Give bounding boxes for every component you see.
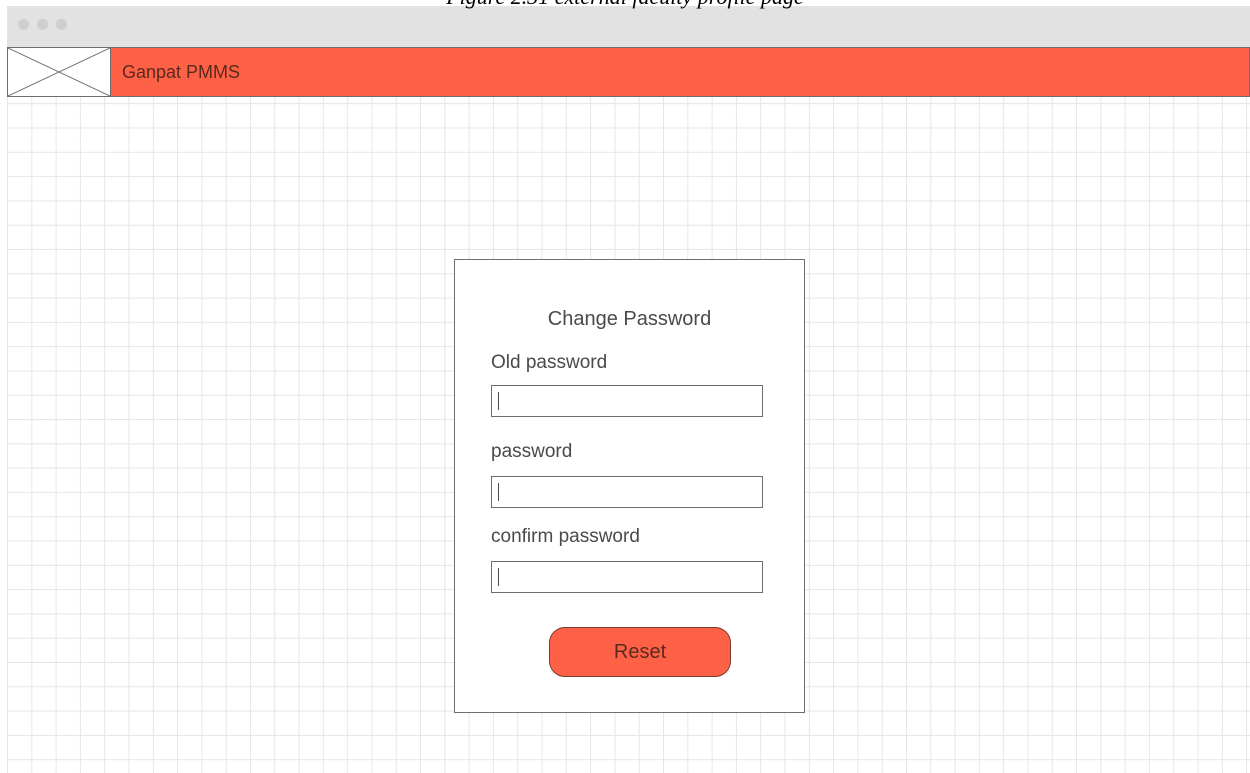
password-label: password — [491, 441, 573, 462]
password-field[interactable] — [491, 476, 763, 508]
text-cursor-icon — [498, 568, 499, 586]
maximize-dot-icon[interactable] — [56, 19, 67, 30]
old-password-field[interactable] — [491, 385, 763, 417]
confirm-password-field[interactable] — [491, 561, 763, 593]
reset-button[interactable]: Reset — [549, 627, 731, 677]
page: Figure 2.31 external faculty profile pag… — [0, 0, 1250, 773]
text-cursor-icon — [498, 483, 499, 501]
minimize-dot-icon[interactable] — [37, 19, 48, 30]
window-titlebar — [7, 6, 1250, 48]
old-password-label: Old password — [491, 352, 608, 373]
figure-caption: Figure 2.31 external faculty profile pag… — [0, 0, 1250, 10]
browser-window: Ganpat PMMS Change Password Old password… — [7, 6, 1250, 773]
form-title: Change Password — [547, 308, 712, 330]
text-cursor-icon — [498, 392, 499, 410]
top-navbar: Ganpat PMMS — [7, 47, 1250, 97]
image-placeholder-icon[interactable] — [8, 48, 111, 96]
confirm-password-label: confirm password — [491, 526, 640, 547]
app-title[interactable]: Ganpat PMMS — [122, 48, 240, 96]
change-password-card: Change Password Old password password co… — [454, 259, 805, 713]
close-dot-icon[interactable] — [18, 19, 29, 30]
